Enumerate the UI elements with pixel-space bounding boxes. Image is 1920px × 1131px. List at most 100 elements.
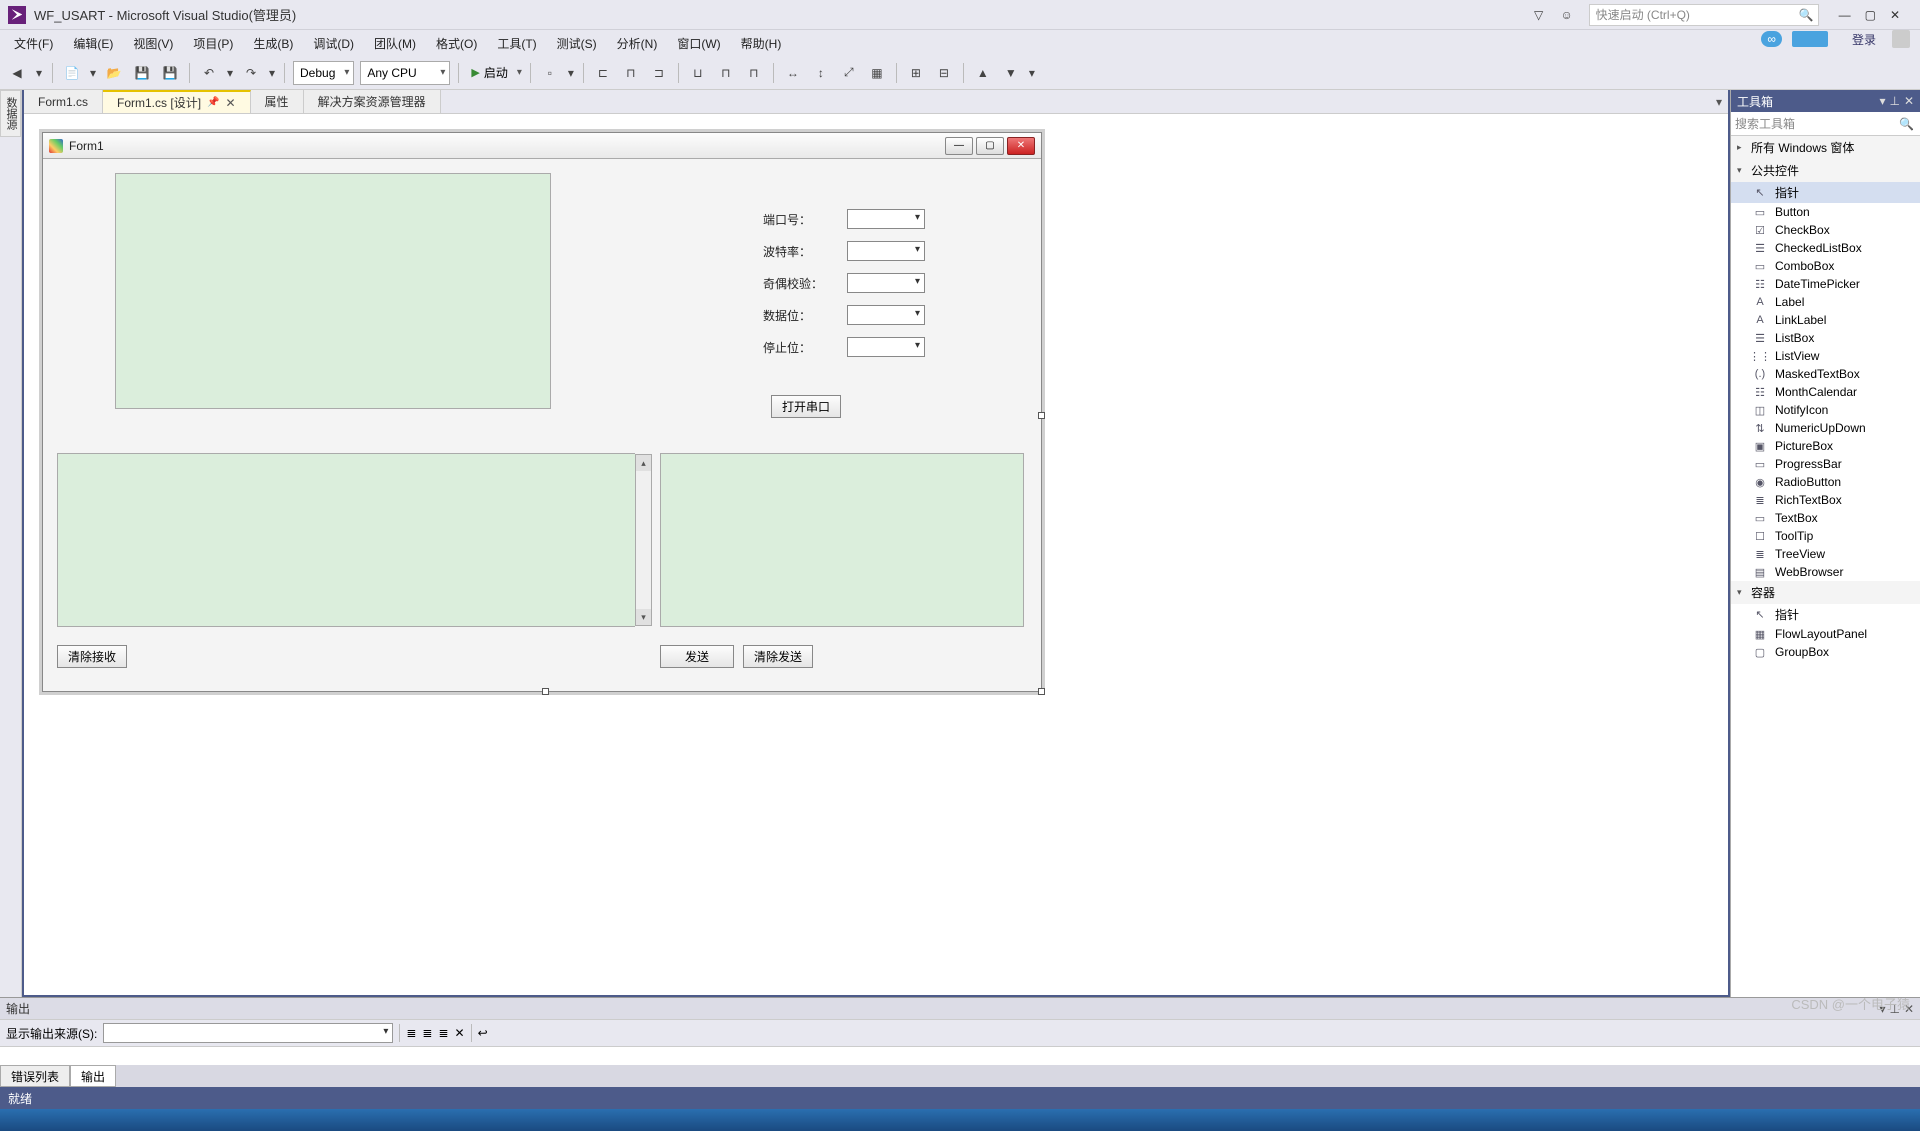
panel-pin-icon[interactable]: ⊥ (1889, 94, 1899, 108)
toolbox-item-groupbox[interactable]: ▢GroupBox (1731, 643, 1920, 661)
new-project-button[interactable]: 📄 (59, 60, 85, 86)
toolbox-item-datetimepicker[interactable]: ☷DateTimePicker (1731, 275, 1920, 293)
toolbox-group-0[interactable]: ▸所有 Windows 窗体 (1731, 136, 1920, 159)
textbox-bottom-left[interactable]: ▴ ▾ (57, 453, 635, 627)
toolbox-item-progressbar[interactable]: ▭ProgressBar (1731, 455, 1920, 473)
output-wrap-icon[interactable]: ↩ (478, 1026, 488, 1040)
tab-overflow-button[interactable]: ▾ (1710, 90, 1728, 113)
toolbox-item-label[interactable]: ALabel (1731, 293, 1920, 311)
toolbox-item-webbrowser[interactable]: ▤WebBrowser (1731, 563, 1920, 581)
field-combo-3[interactable] (847, 305, 925, 325)
toolbox-item-treeview[interactable]: ≣TreeView (1731, 545, 1920, 563)
menu-视图[interactable]: 视图(V) (125, 33, 181, 54)
output-btn-2[interactable]: ≣ (422, 1026, 432, 1040)
menu-帮助[interactable]: 帮助(H) (733, 33, 790, 54)
toolbox-item-textbox[interactable]: ▭TextBox (1731, 509, 1920, 527)
pin-icon[interactable]: 📌 (207, 97, 219, 108)
field-combo-4[interactable] (847, 337, 925, 357)
form-close-button[interactable]: ✕ (1007, 137, 1035, 155)
bottom-tab-0[interactable]: 错误列表 (0, 1065, 70, 1087)
clear-send-button[interactable]: 清除发送 (743, 645, 813, 668)
layout-drop[interactable]: ▾ (565, 60, 577, 86)
scroll-down-icon[interactable]: ▾ (636, 609, 651, 625)
undo-button[interactable]: ↶ (196, 60, 222, 86)
hspace-icon[interactable]: ↔ (780, 60, 806, 86)
form-maximize-button[interactable]: ▢ (976, 137, 1004, 155)
output-btn-3[interactable]: ≣ (438, 1026, 448, 1040)
doc-tab-3[interactable]: 解决方案资源管理器 (304, 90, 441, 113)
output-source-dropdown[interactable] (103, 1023, 393, 1043)
toolbox-item-listbox[interactable]: ☰ListBox (1731, 329, 1920, 347)
maximize-button[interactable]: ▢ (1865, 8, 1876, 22)
toolbox-item-notifyicon[interactable]: ◫NotifyIcon (1731, 401, 1920, 419)
redo-drop[interactable]: ▾ (266, 60, 278, 86)
align-left-icon[interactable]: ⊏ (590, 60, 616, 86)
feedback-icon[interactable]: ☺ (1555, 3, 1579, 27)
close-icon[interactable]: ✕ (225, 96, 235, 110)
scrollbar[interactable]: ▴ ▾ (635, 454, 652, 626)
toolbox-item-flowlayoutpanel[interactable]: ▦FlowLayoutPanel (1731, 625, 1920, 643)
size-icon[interactable]: ⤢ (836, 60, 862, 86)
toolbox-item-checkedlistbox[interactable]: ☰CheckedListBox (1731, 239, 1920, 257)
bottom-tab-1[interactable]: 输出 (70, 1065, 116, 1087)
redo-button[interactable]: ↷ (238, 60, 264, 86)
sign-in-link[interactable]: 登录 (1852, 31, 1876, 48)
minimize-button[interactable]: — (1839, 8, 1851, 22)
cloud-icon[interactable]: ∞ (1761, 31, 1782, 47)
panel-close-icon[interactable]: ✕ (1904, 94, 1914, 108)
toolbox-item-picturebox[interactable]: ▣PictureBox (1731, 437, 1920, 455)
toolbox-search-input[interactable]: 搜索工具箱 🔍 (1731, 112, 1920, 136)
menu-窗口[interactable]: 窗口(W) (669, 33, 728, 54)
align-bottom-icon[interactable]: ⊓ (741, 60, 767, 86)
avatar[interactable] (1892, 30, 1910, 48)
toolbox-item-tooltip[interactable]: ☐ToolTip (1731, 527, 1920, 545)
menu-分析[interactable]: 分析(N) (609, 33, 666, 54)
open-port-button[interactable]: 打开串口 (771, 395, 841, 418)
resize-handle-corner[interactable] (1038, 688, 1045, 695)
menu-编辑[interactable]: 编辑(E) (65, 33, 121, 54)
toolbox-item-button[interactable]: ▭Button (1731, 203, 1920, 221)
align-center-icon[interactable]: ⊓ (618, 60, 644, 86)
toolbox-item-radiobutton[interactable]: ◉RadioButton (1731, 473, 1920, 491)
textbox-bottom-right[interactable] (660, 453, 1024, 627)
bring-front-icon[interactable]: ▲ (970, 60, 996, 86)
field-combo-0[interactable] (847, 209, 925, 229)
designer-canvas[interactable]: Form1 — ▢ ✕ ▴ ▾ (24, 114, 1728, 995)
notifications-icon[interactable]: ▽ (1527, 3, 1551, 27)
toolbox-item-maskedtextbox[interactable]: (.)MaskedTextBox (1731, 365, 1920, 383)
toolbox-item-listview[interactable]: ⋮⋮ListView (1731, 347, 1920, 365)
platform-dropdown[interactable]: Any CPU (360, 61, 450, 85)
open-file-button[interactable]: 📂 (101, 60, 127, 86)
form-minimize-button[interactable]: — (945, 137, 973, 155)
scroll-up-icon[interactable]: ▴ (636, 455, 651, 471)
align-middle-icon[interactable]: ⊓ (713, 60, 739, 86)
menu-文件[interactable]: 文件(F) (6, 33, 61, 54)
form-window[interactable]: Form1 — ▢ ✕ ▴ ▾ (42, 132, 1042, 692)
send-back-icon[interactable]: ▼ (998, 60, 1024, 86)
toolbox-item-richtextbox[interactable]: ≣RichTextBox (1731, 491, 1920, 509)
toolbox-tree[interactable]: ▸所有 Windows 窗体▾公共控件↖指针▭Button☑CheckBox☰C… (1731, 136, 1920, 997)
toolbox-item-指针[interactable]: ↖指针 (1731, 604, 1920, 625)
menu-项目[interactable]: 项目(P) (185, 33, 241, 54)
toolbox-group-2[interactable]: ▾容器 (1731, 581, 1920, 604)
send-button[interactable]: 发送 (660, 645, 734, 668)
save-all-button[interactable]: 💾 (157, 60, 183, 86)
doc-tab-0[interactable]: Form1.cs (24, 90, 103, 113)
menu-团队[interactable]: 团队(M) (366, 33, 424, 54)
align-right-icon[interactable]: ⊐ (646, 60, 672, 86)
doc-tab-1[interactable]: Form1.cs [设计]📌✕ (103, 90, 251, 113)
align-top-icon[interactable]: ⊔ (685, 60, 711, 86)
field-combo-2[interactable] (847, 273, 925, 293)
start-debug-button[interactable]: ▶ 启动 (465, 61, 523, 85)
cloud-badge[interactable] (1792, 31, 1828, 47)
data-sources-tab[interactable]: 数据源 (0, 90, 21, 137)
output-btn-1[interactable]: ≣ (406, 1026, 416, 1040)
center-v-icon[interactable]: ⊟ (931, 60, 957, 86)
doc-tab-2[interactable]: 属性 (251, 90, 304, 113)
toolbox-item-monthcalendar[interactable]: ☷MonthCalendar (1731, 383, 1920, 401)
toolbox-group-1[interactable]: ▾公共控件 (1731, 159, 1920, 182)
close-button[interactable]: ✕ (1890, 8, 1900, 22)
output-content[interactable] (0, 1046, 1920, 1065)
menu-生成[interactable]: 生成(B) (245, 33, 301, 54)
save-button[interactable]: 💾 (129, 60, 155, 86)
